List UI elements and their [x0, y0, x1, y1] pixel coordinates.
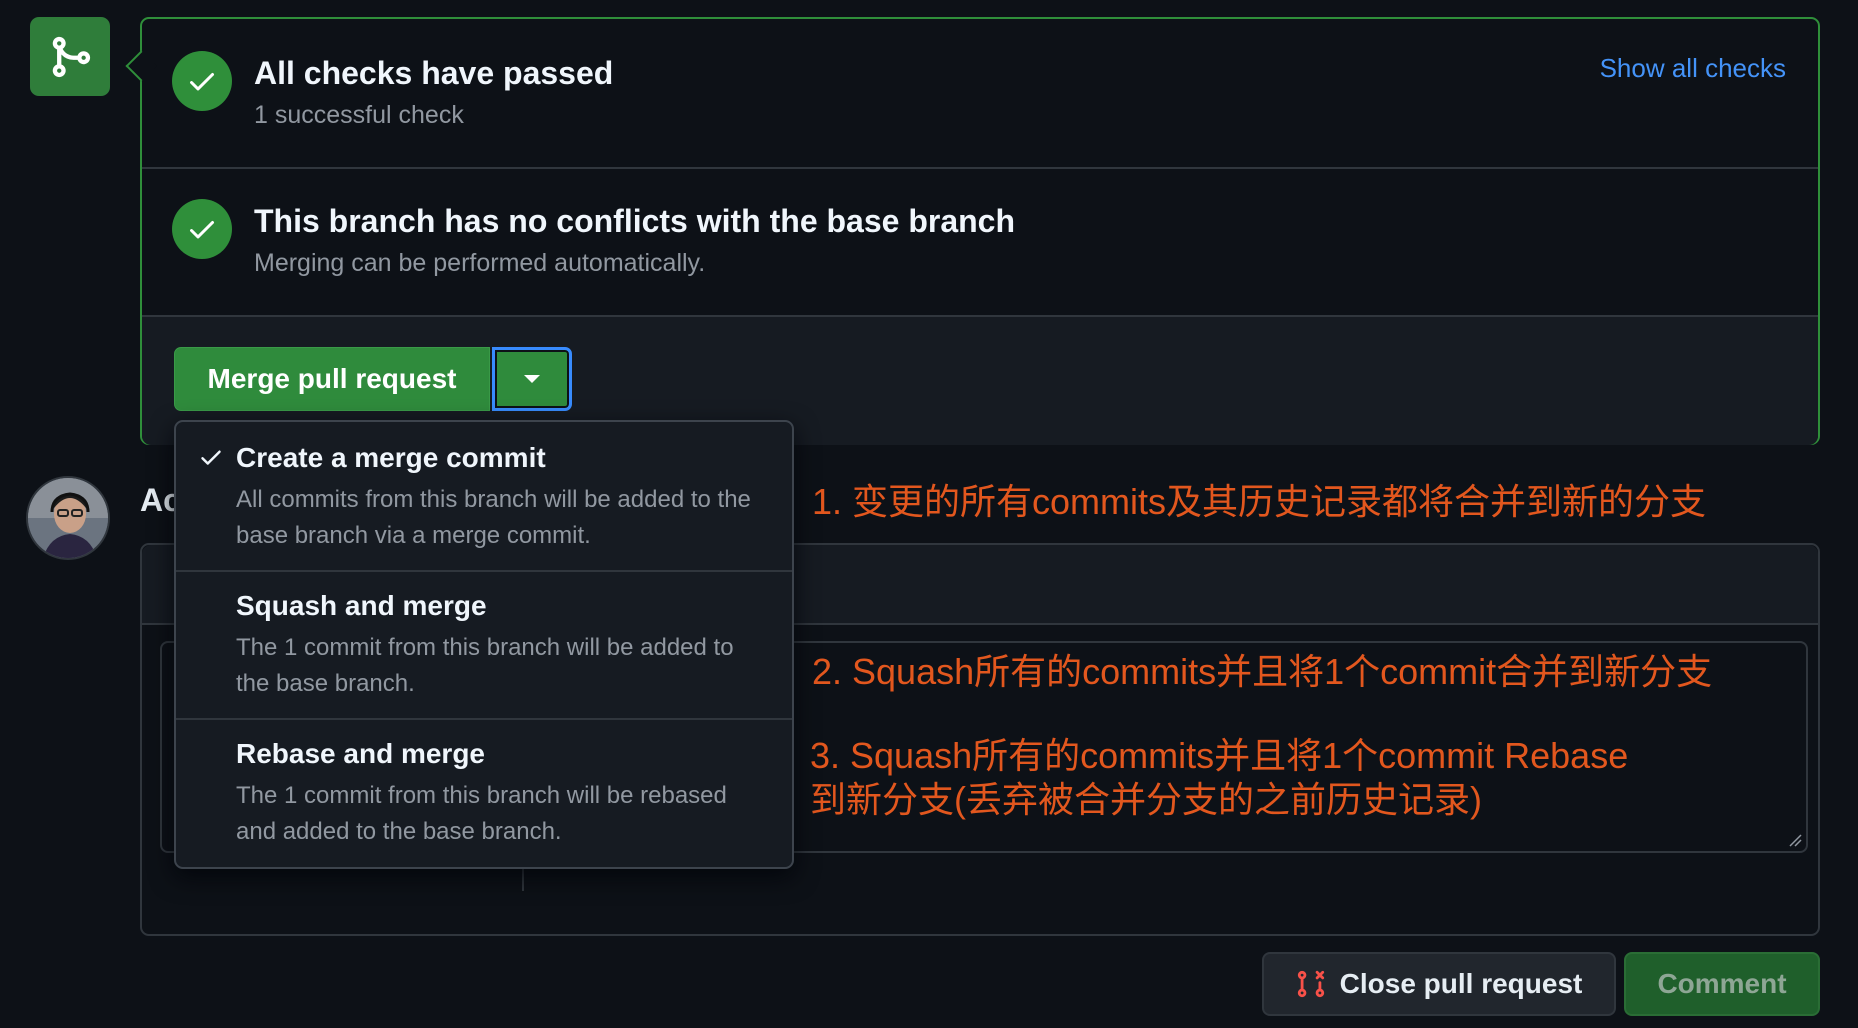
conflicts-subtitle: Merging can be performed automatically.: [254, 249, 706, 277]
menu-item-description: The 1 commit from this branch will be ad…: [236, 634, 734, 697]
show-all-checks-link[interactable]: Show all checks: [1600, 53, 1786, 84]
menu-item-squash-and-merge[interactable]: Squash and merge The 1 commit from this …: [176, 570, 792, 720]
git-merge-icon: [52, 36, 91, 78]
close-pull-request-label: Close pull request: [1339, 968, 1583, 999]
menu-item-description: The 1 commit from this branch will be re…: [236, 782, 727, 845]
triangle-down-icon: [524, 375, 540, 383]
annotation-note-3-line-2: 到新分支(丢弃被合并分支的之前历史记录): [810, 779, 1482, 820]
check-icon: [190, 221, 214, 239]
avatar[interactable]: [26, 476, 110, 560]
annotation-note-2: 2. Squash所有的commits并且将1个commit合并到新分支: [812, 651, 1713, 692]
merge-pull-request-button[interactable]: Merge pull request: [174, 347, 490, 411]
checks-subtitle: 1 successful check: [254, 101, 464, 129]
git-merge-badge: [30, 17, 110, 96]
check-icon: [201, 450, 221, 465]
checks-title: All checks have passed: [254, 55, 614, 91]
menu-item-create-merge-commit[interactable]: Create a merge commit All commits from t…: [176, 422, 792, 572]
menu-item-title: Create a merge commit: [236, 442, 546, 473]
resize-handle-icon[interactable]: [1788, 833, 1802, 847]
merge-method-menu: Create a merge commit All commits from t…: [174, 420, 794, 869]
menu-item-title: Rebase and merge: [236, 738, 485, 769]
comment-button[interactable]: Comment: [1624, 952, 1820, 1016]
checks-row: All checks have passed 1 successful chec…: [142, 19, 1818, 169]
close-pull-request-button[interactable]: Close pull request: [1262, 952, 1616, 1016]
menu-item-rebase-and-merge[interactable]: Rebase and merge The 1 commit from this …: [176, 718, 792, 868]
menu-item-title: Squash and merge: [236, 590, 487, 621]
checks-passed-status: [172, 51, 232, 111]
avatar-image: [28, 478, 108, 558]
check-icon: [190, 73, 214, 91]
git-pull-request-closed-icon: [1297, 970, 1324, 998]
no-conflicts-status: [172, 199, 232, 259]
annotation-note-3-line-1: 3. Squash所有的commits并且将1个commit Rebase: [810, 735, 1629, 776]
merge-box: All checks have passed 1 successful chec…: [125, 17, 1820, 445]
conflicts-row: This branch has no conflicts with the ba…: [142, 167, 1818, 317]
conflicts-title: This branch has no conflicts with the ba…: [254, 203, 1016, 239]
menu-item-description: All commits from this branch will be add…: [236, 486, 751, 549]
merge-method-dropdown-toggle[interactable]: [492, 347, 572, 411]
annotation-note-1: 1. 变更的所有commits及其历史记录都将合并到新的分支: [812, 481, 1707, 522]
